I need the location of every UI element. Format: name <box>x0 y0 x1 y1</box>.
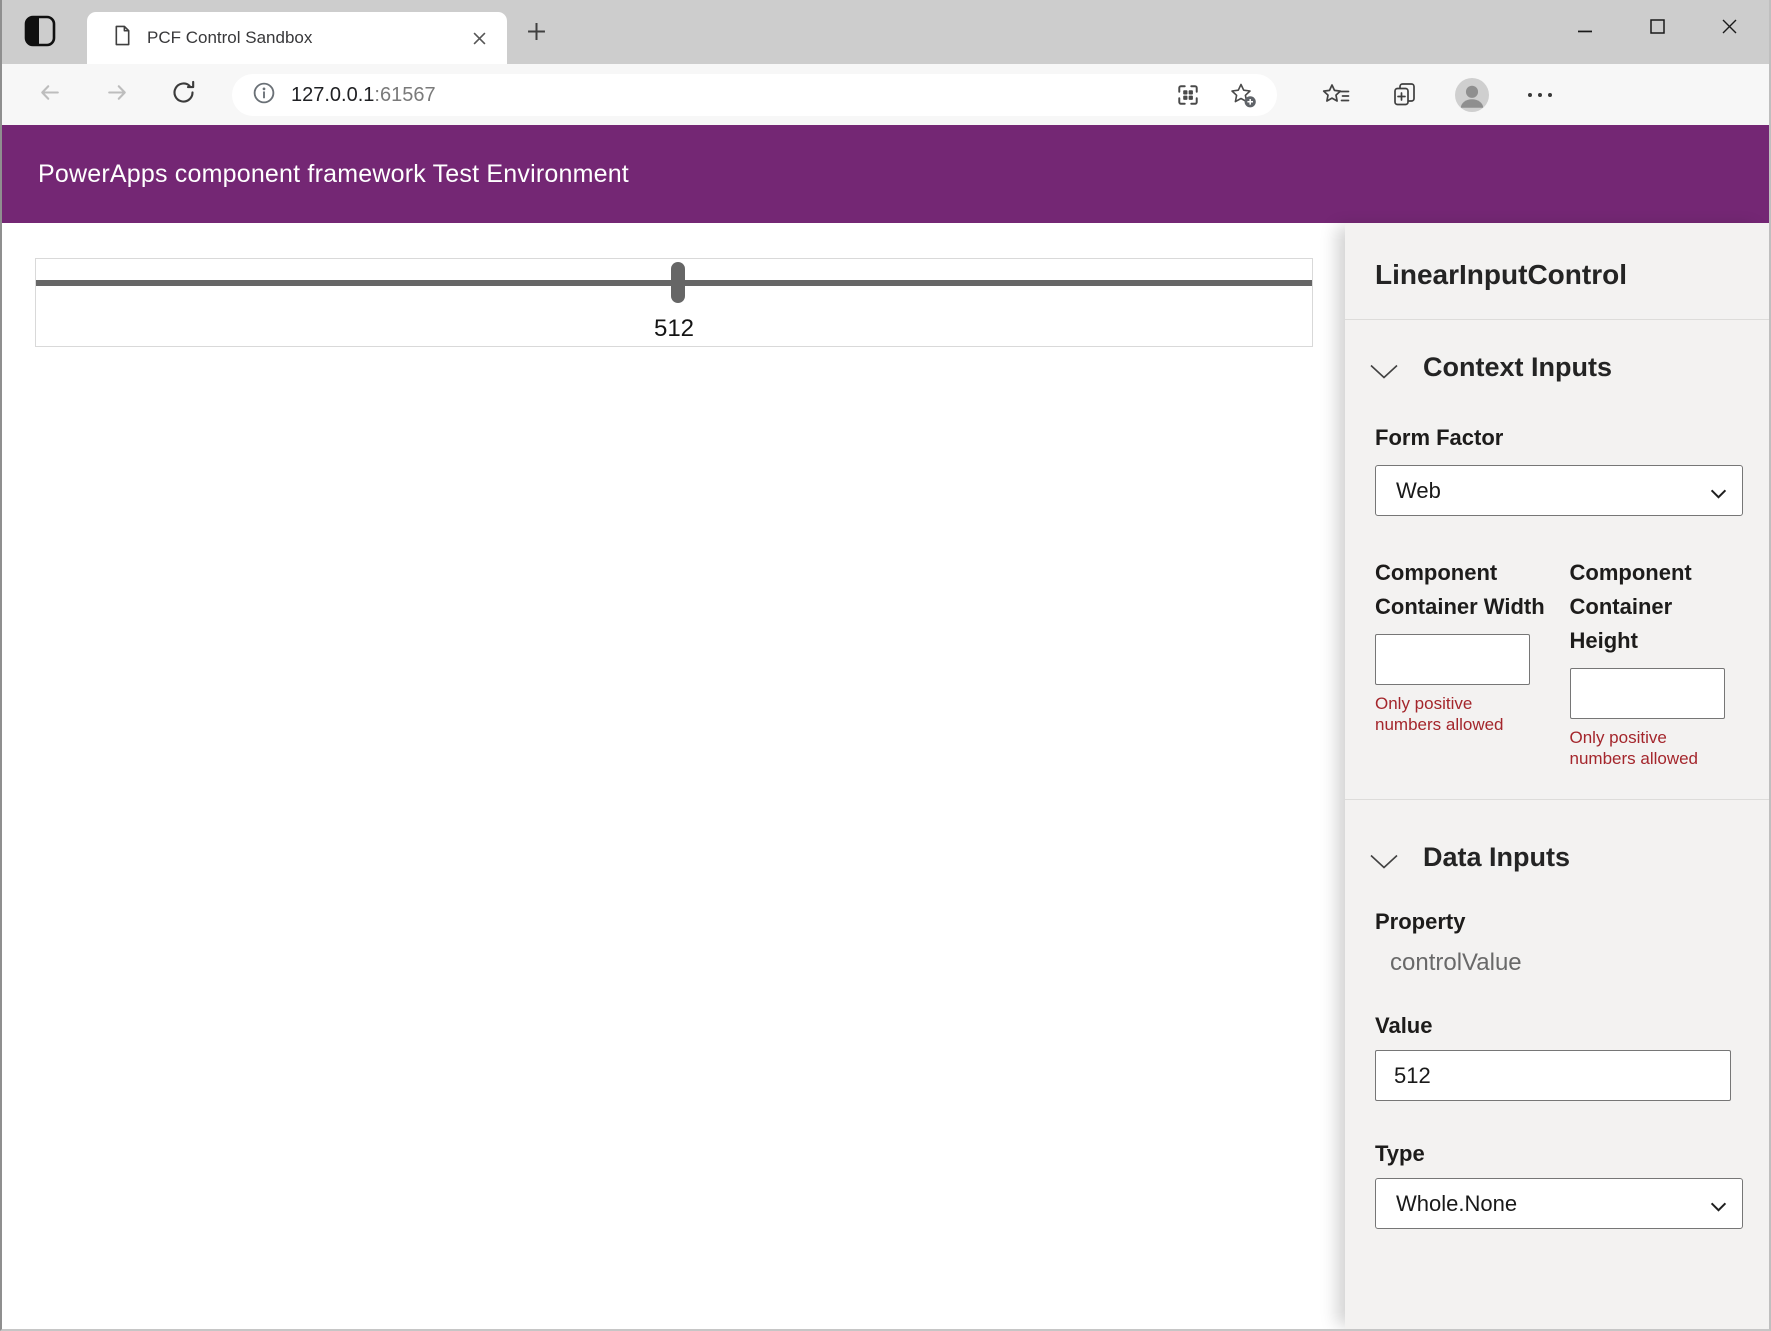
profile-avatar[interactable] <box>1447 73 1497 117</box>
context-inputs-header[interactable]: Context Inputs <box>1369 352 1743 383</box>
refresh-icon <box>170 79 197 111</box>
toolbar-icons <box>1293 64 1565 125</box>
back-arrow-icon <box>36 79 63 111</box>
site-info-icon[interactable] <box>252 81 276 110</box>
slider-value-label: 512 <box>36 315 1312 343</box>
minimize-icon <box>1578 20 1592 38</box>
back-button[interactable] <box>34 80 64 110</box>
browser-toolbar: 127.0.0.1:61567 <box>2 64 1769 125</box>
sidebar-title: LinearInputControl <box>1375 259 1743 291</box>
form-factor-label: Form Factor <box>1375 425 1743 451</box>
property-label: Property <box>1375 909 1743 935</box>
form-factor-select[interactable]: Web <box>1375 465 1743 516</box>
tab-close-icon[interactable] <box>466 25 492 51</box>
close-icon <box>1722 19 1737 39</box>
window-controls <box>1549 0 1765 58</box>
test-environment-banner: PowerApps component framework Test Envir… <box>2 125 1769 223</box>
data-inputs-title: Data Inputs <box>1423 842 1570 873</box>
container-height-input[interactable] <box>1570 668 1725 719</box>
chevron-down-icon <box>1369 363 1399 380</box>
new-tab-button[interactable] <box>522 20 550 48</box>
document-icon <box>113 24 132 52</box>
width-validation-message: Only positive numbers allowed <box>1375 693 1505 735</box>
tab-actions-button[interactable] <box>22 15 58 51</box>
maximize-icon <box>1650 19 1665 39</box>
type-select-wrap: Whole.None <box>1375 1178 1743 1229</box>
harness-sidebar: LinearInputControl Context Inputs Form F… <box>1345 223 1769 1329</box>
property-value: controlValue <box>1390 949 1743 977</box>
forward-arrow-icon <box>104 79 131 111</box>
container-width-field: Component Container Width Only positive … <box>1375 556 1549 769</box>
maximize-button[interactable] <box>1621 0 1693 58</box>
container-height-field: Component Container Height Only positive… <box>1570 556 1744 769</box>
container-width-label: Component Container Width <box>1375 556 1549 624</box>
value-input[interactable] <box>1375 1050 1731 1101</box>
container-size-fields: Component Container Width Only positive … <box>1375 556 1743 769</box>
container-width-input[interactable] <box>1375 634 1530 685</box>
tab-actions-icon <box>23 14 57 53</box>
minimize-button[interactable] <box>1549 0 1621 58</box>
type-label: Type <box>1375 1141 1743 1167</box>
url-host: 127.0.0.1 <box>291 84 374 107</box>
url-port: :61567 <box>374 84 435 107</box>
refresh-button[interactable] <box>168 80 198 110</box>
favorites-button[interactable] <box>1311 73 1361 117</box>
browser-window: PCF Control Sandbox <box>0 0 1771 1331</box>
collections-button[interactable] <box>1379 73 1429 117</box>
close-window-button[interactable] <box>1693 0 1765 58</box>
container-height-label: Component Container Height <box>1570 556 1744 658</box>
settings-menu-button[interactable] <box>1515 73 1565 117</box>
control-canvas: 512 <box>2 223 1345 1329</box>
form-factor-select-wrap: Web <box>1375 465 1743 516</box>
divider <box>1345 799 1769 800</box>
tab-title: PCF Control Sandbox <box>147 28 466 48</box>
divider <box>1345 319 1769 320</box>
plus-icon <box>527 22 546 46</box>
chevron-down-icon <box>1369 853 1399 870</box>
add-favorite-button[interactable] <box>1230 82 1257 108</box>
linear-input-control: 512 <box>35 258 1313 347</box>
context-inputs-title: Context Inputs <box>1423 352 1612 383</box>
forward-button[interactable] <box>102 80 132 110</box>
value-label: Value <box>1375 1013 1743 1039</box>
slider-thumb[interactable] <box>671 262 685 303</box>
address-bar[interactable]: 127.0.0.1:61567 <box>232 74 1277 116</box>
tab-strip: PCF Control Sandbox <box>2 0 1769 64</box>
banner-title: PowerApps component framework Test Envir… <box>38 160 629 189</box>
height-validation-message: Only positive numbers allowed <box>1570 727 1700 769</box>
browser-tab[interactable]: PCF Control Sandbox <box>87 12 507 64</box>
type-select[interactable]: Whole.None <box>1375 1178 1743 1229</box>
data-inputs-header[interactable]: Data Inputs <box>1369 842 1743 873</box>
qr-code-button[interactable] <box>1176 83 1200 107</box>
